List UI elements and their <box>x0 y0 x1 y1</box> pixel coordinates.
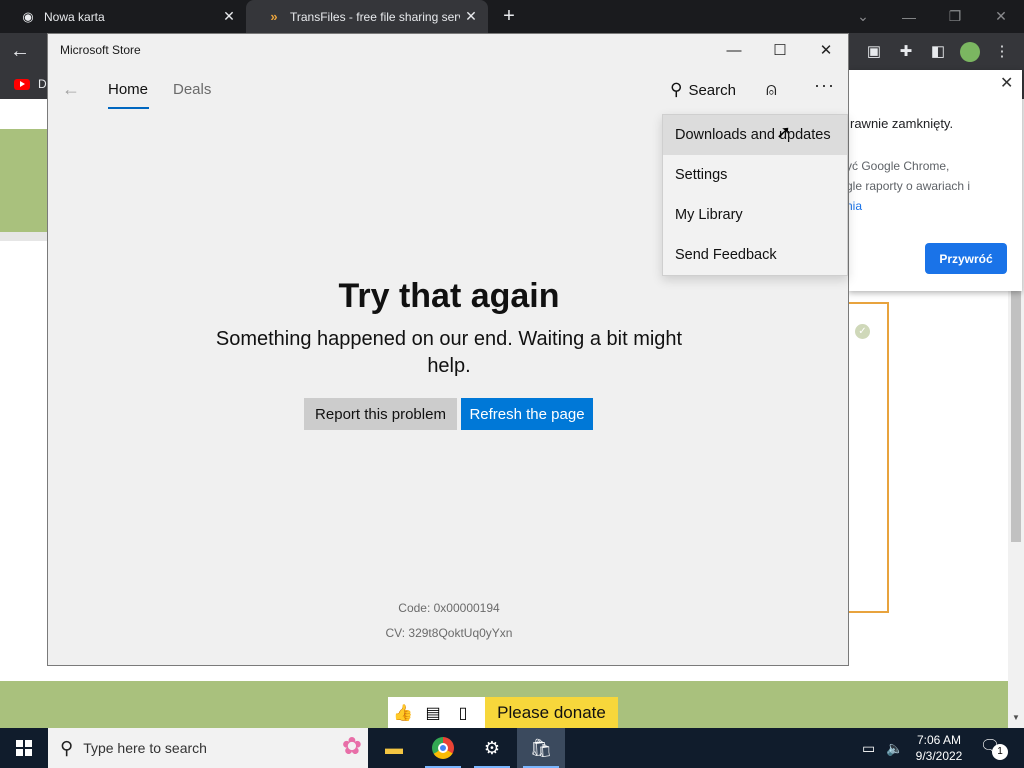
error-code: Code: 0x00000194 <box>398 601 500 615</box>
minimize-icon[interactable]: — <box>886 0 932 33</box>
search-icon: ⚲ <box>60 737 74 758</box>
transfiles-icon: » <box>270 9 278 24</box>
close-tab-icon[interactable]: ✕ <box>460 8 482 25</box>
menu-item-downloads[interactable]: Downloads and updates <box>663 115 847 155</box>
bookmark-youtube[interactable]: D <box>14 77 47 91</box>
extensions-icon[interactable]: ✚ <box>896 42 916 62</box>
tab-home[interactable]: Home <box>108 81 148 98</box>
tab-title: Nowa karta <box>44 9 105 24</box>
hummingbird-illustration-icon: ✿ <box>341 733 362 760</box>
donate-button[interactable]: Please donate <box>485 697 618 728</box>
search-placeholder: Type here to search <box>83 740 207 756</box>
popup-line: gle raporty o awariach i <box>846 179 971 193</box>
avatar[interactable] <box>960 42 980 62</box>
phone-icon[interactable]: ▯ <box>448 697 478 728</box>
start-button[interactable] <box>0 728 48 768</box>
kebab-menu-icon[interactable]: ⋮ <box>992 42 1012 62</box>
browser-tab-new-tab[interactable]: ◉ Nowa karta ✕ <box>0 0 246 33</box>
back-arrow-icon[interactable]: ← <box>62 79 80 100</box>
side-panel-icon[interactable]: ◧ <box>928 42 948 62</box>
browser-tab-transfiles[interactable]: » TransFiles - free file sharing servic … <box>246 0 488 33</box>
close-window-icon[interactable]: ✕ <box>978 0 1024 33</box>
wallet-icon[interactable]: ▤ <box>418 697 448 728</box>
report-problem-button[interactable]: Report this problem <box>304 398 457 430</box>
close-tab-icon[interactable]: ✕ <box>218 8 240 25</box>
thumbs-up-icon[interactable]: 👍 <box>388 697 418 728</box>
scroll-thumb[interactable] <box>1011 290 1021 542</box>
close-icon[interactable]: ✕ <box>1000 73 1013 93</box>
check-icon: ✓ <box>855 324 870 339</box>
divider <box>0 232 48 241</box>
menu-item-settings[interactable]: Settings <box>663 155 847 195</box>
search-label: Search <box>688 81 736 99</box>
more-options-icon[interactable]: ··· <box>814 75 835 96</box>
popup-title: rawnie zamknięty. <box>850 116 954 131</box>
error-message: Something happened on our end. Waiting a… <box>215 328 683 377</box>
file-explorer-icon[interactable]: ▬ <box>370 728 418 768</box>
upload-panel <box>848 302 889 613</box>
search-icon: ⚲ <box>670 80 683 99</box>
add-account-icon[interactable]: ⍝ <box>766 79 777 100</box>
tab-title: TransFiles - free file sharing servic <box>290 9 460 24</box>
tab-deals[interactable]: Deals <box>173 81 211 98</box>
store-taskbar-icon[interactable]: 🛍 <box>517 728 565 768</box>
menu-item-feedback[interactable]: Send Feedback <box>663 235 847 275</box>
restore-button[interactable]: Przywróć <box>925 243 1007 274</box>
chrome-icon: ◉ <box>22 8 34 24</box>
notification-count-badge: 1 <box>992 744 1008 760</box>
clock-date: 9/3/2022 <box>915 749 963 763</box>
maximize-icon[interactable]: ☐ <box>757 34 803 66</box>
tab-search-icon[interactable]: ⌄ <box>840 0 886 33</box>
active-tab-indicator <box>108 107 149 109</box>
taskbar-search[interactable]: ⚲ Type here to search ✿ <box>48 728 368 768</box>
volume-icon[interactable]: 🔈 <box>886 740 903 757</box>
new-tab-button[interactable]: + <box>497 5 521 29</box>
clock[interactable]: 7:06 AM 9/3/2022 <box>905 732 973 764</box>
page-banner <box>0 129 48 232</box>
error-title: Try that again <box>338 277 560 315</box>
close-window-icon[interactable]: ✕ <box>803 34 849 66</box>
youtube-icon <box>14 78 30 90</box>
settings-gear-icon[interactable]: ⚙ <box>468 728 516 768</box>
browser-tab-bar: ◉ Nowa karta ✕ » TransFiles - free file … <box>0 0 1024 33</box>
cast-icon[interactable]: ▣ <box>864 42 884 62</box>
refresh-page-button[interactable]: Refresh the page <box>461 398 593 430</box>
bookmark-label: D <box>38 77 47 91</box>
chrome-taskbar-icon[interactable] <box>419 728 467 768</box>
microsoft-store-window: Microsoft Store — ☐ ✕ ← Home Deals ⚲ Sea… <box>47 33 849 666</box>
popup-link[interactable]: nia <box>846 196 1016 216</box>
more-options-menu: Downloads and updates Settings My Librar… <box>662 114 848 276</box>
menu-item-library[interactable]: My Library <box>663 195 847 235</box>
correlation-vector: CV: 329t8QoktUq0yYxn <box>385 626 513 640</box>
clock-time: 7:06 AM <box>916 733 962 747</box>
search-button[interactable]: ⚲ Search <box>670 80 736 100</box>
back-arrow-icon[interactable]: ← <box>10 40 30 63</box>
window-title: Microsoft Store <box>60 43 141 57</box>
minimize-icon[interactable]: — <box>711 34 757 66</box>
restore-icon[interactable]: ❐ <box>932 0 978 33</box>
mouse-cursor-icon: ➚ <box>776 122 792 142</box>
scroll-down-icon[interactable]: ▼ <box>1012 713 1020 722</box>
network-icon[interactable]: ▭ <box>862 740 875 757</box>
popup-line: yć Google Chrome, <box>846 159 950 173</box>
windows-logo-icon <box>16 740 32 756</box>
popup-body: yć Google Chrome, gle raporty o awariach… <box>846 156 1016 216</box>
